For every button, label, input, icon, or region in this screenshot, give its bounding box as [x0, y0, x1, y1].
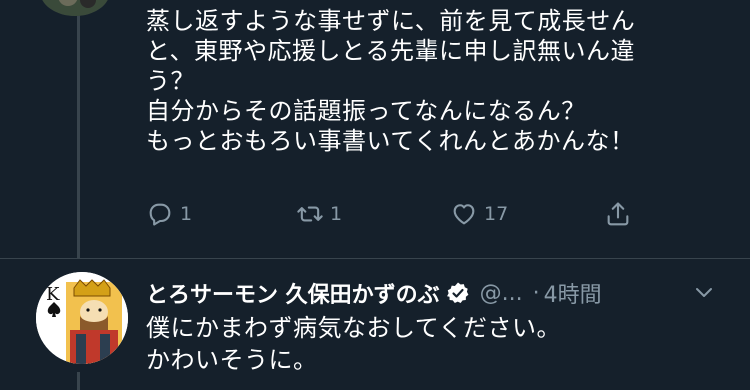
retweet-count: 1: [330, 203, 343, 225]
like-count: 17: [484, 203, 509, 225]
tweet-body-text: 蒸し返すような事せずに、前を見て成長せん と、東野や応援しとる先輩に申し訳無いん…: [146, 6, 736, 156]
tweet-actions-bar: 1 1 17: [146, 200, 646, 236]
tweet-line: 自分からその話題振ってなんになるん？: [146, 97, 586, 125]
timestamp[interactable]: 4時間: [544, 277, 602, 309]
tweet-line: う？: [146, 67, 195, 95]
retweet-icon: [297, 206, 323, 222]
reply-tweet-body-text: 僕にかまわず病気なおしてください。 かわいそうに。: [146, 312, 736, 376]
retweet-button[interactable]: 1: [296, 200, 342, 228]
tweet-line: と、東野や応援しとる先輩に申し訳無いん違: [146, 37, 636, 65]
thread-connector-line: [77, 0, 80, 258]
verified-badge-icon: [446, 282, 469, 303]
tweet-divider: [0, 258, 750, 259]
tweet-line: 僕にかまわず病気なおしてください。: [146, 314, 562, 342]
reply-button[interactable]: 1: [146, 200, 192, 228]
thread-connector-line: [77, 372, 80, 390]
like-button[interactable]: 17: [450, 200, 508, 228]
tweet-line: もっとおもろい事書いてくれんとあかんな！: [146, 127, 635, 155]
separator-dot: ·: [532, 280, 540, 306]
reply-icon: [149, 203, 171, 226]
chevron-down-icon[interactable]: [692, 280, 716, 304]
reply-count: 1: [180, 203, 193, 225]
share-icon: [607, 202, 629, 226]
tweet-header: とろサーモン 久保田かずのぶ @... · 4時間: [146, 278, 736, 308]
user-handle[interactable]: @...: [480, 281, 523, 306]
avatar-king-card[interactable]: K: [36, 272, 128, 364]
heart-icon: [453, 204, 475, 225]
tweet-line: 蒸し返すような事せずに、前を見て成長せん: [146, 7, 636, 35]
avatar-previous-user[interactable]: [40, 0, 110, 16]
display-name[interactable]: とろサーモン 久保田かずのぶ: [146, 277, 440, 309]
tweet-line: かわいそうに。: [146, 346, 318, 374]
svg-text:K: K: [46, 284, 60, 305]
share-button[interactable]: [604, 200, 632, 228]
